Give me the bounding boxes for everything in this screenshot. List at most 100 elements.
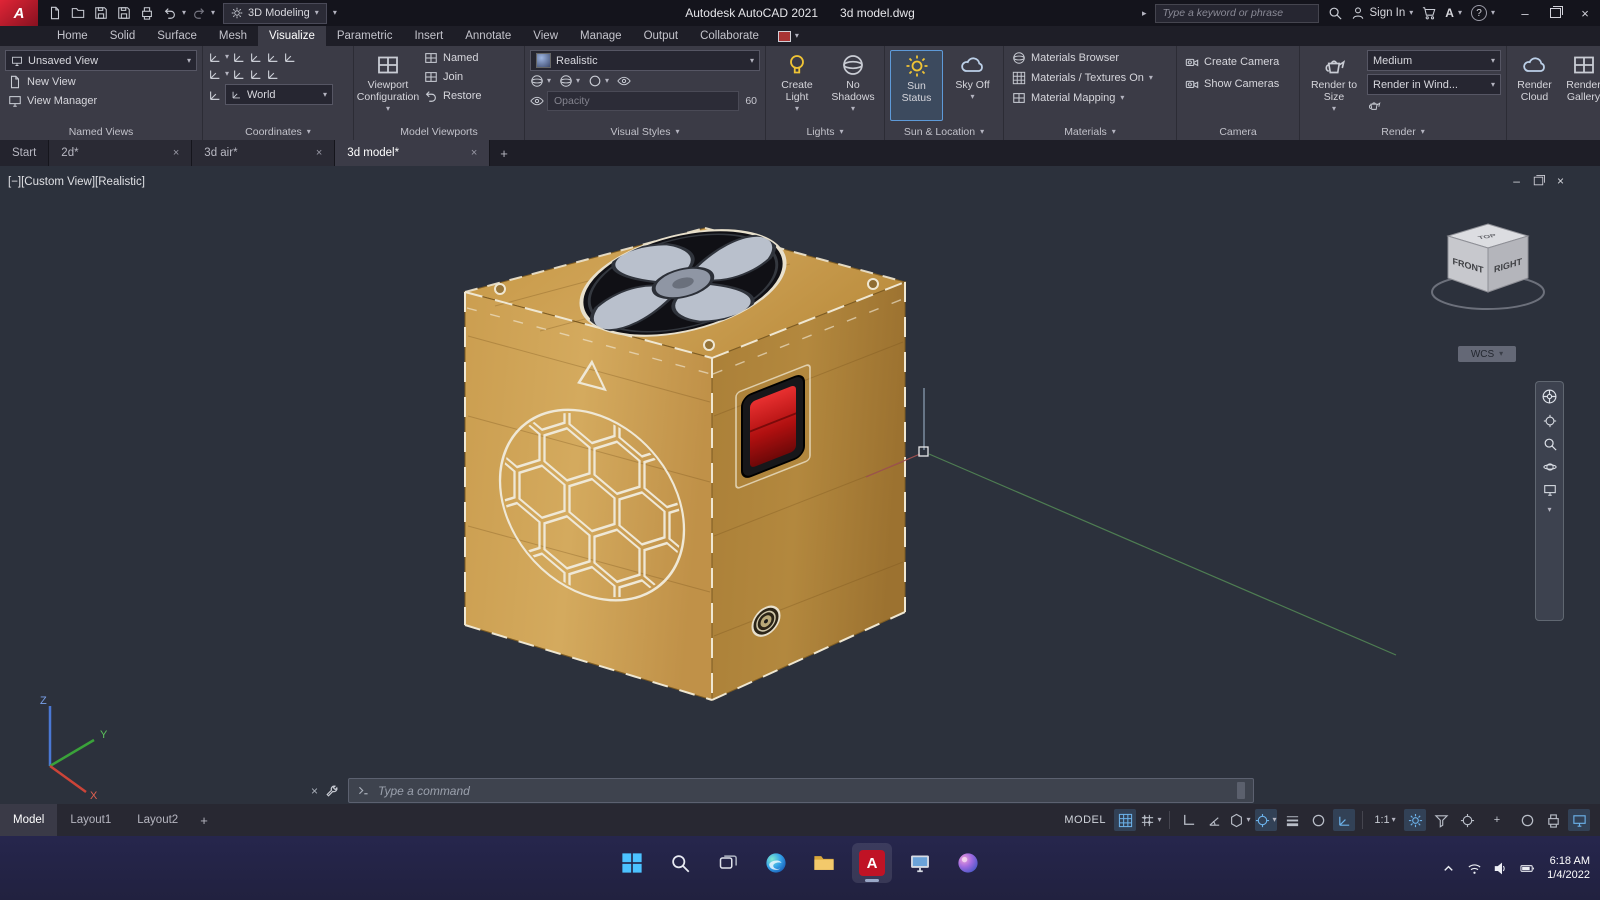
workspace-switcher[interactable]: 3D Modeling ▾ [223, 2, 327, 24]
opacity-icon[interactable] [530, 94, 544, 108]
annotation-monitor-button[interactable] [1430, 809, 1452, 831]
help-search-input[interactable] [1155, 3, 1320, 23]
polar-tracking-toggle[interactable] [1203, 809, 1225, 831]
ucs-icon-7[interactable] [232, 67, 246, 81]
restore-viewports-button[interactable]: Restore [421, 88, 485, 104]
panel-label-render[interactable]: Render ▾ [1300, 123, 1506, 140]
ribbon-tab-home[interactable]: Home [46, 26, 99, 46]
command-dock-grip[interactable]: × [308, 784, 342, 798]
close-button[interactable]: × [1570, 0, 1600, 26]
viewer-app-button[interactable] [948, 843, 988, 883]
viewport-restore-icon[interactable] [1533, 175, 1545, 186]
drawing-viewport[interactable]: [−] [Custom View] [Realistic] – × FRONT … [0, 166, 1600, 804]
panel-label-lights[interactable]: Lights ▾ [766, 123, 884, 140]
render-preset-dropdown[interactable]: Medium ▾ [1367, 50, 1501, 71]
ucs-world-dropdown[interactable]: World ▾ [225, 84, 333, 105]
layout-tab-layout2[interactable]: Layout2 [124, 804, 191, 836]
file-tab-2d[interactable]: 2d* × [49, 140, 193, 166]
xray-toggle-icon[interactable] [617, 74, 631, 88]
panel-label-camera[interactable]: Camera [1177, 123, 1299, 140]
ucs-icon-8[interactable] [249, 67, 263, 81]
save-as-icon[interactable] [113, 3, 134, 23]
navigation-bar[interactable]: ▾ [1535, 381, 1564, 621]
ribbon-tab-surface[interactable]: Surface [146, 26, 208, 46]
ribbon-tab-parametric[interactable]: Parametric [326, 26, 404, 46]
new-file-tab-button[interactable]: + [490, 140, 518, 166]
qat-customize-caret-icon[interactable]: ▾ [333, 9, 337, 17]
face-style-button[interactable]: ▾ [530, 74, 551, 88]
shadows-button[interactable]: No Shadows ▾ [827, 50, 879, 121]
zoom-icon[interactable] [1543, 437, 1557, 451]
create-light-button[interactable]: Create Light ▾ [771, 50, 823, 121]
isolate-objects-button[interactable] [1516, 809, 1538, 831]
command-wrench-icon[interactable] [325, 784, 339, 798]
ucs-icon-9[interactable] [266, 67, 280, 81]
join-viewports-button[interactable]: Join [421, 69, 485, 85]
exchange-apps-button[interactable]: A ▾ [1445, 6, 1462, 20]
new-view-button[interactable]: New View [5, 74, 197, 90]
undo-caret-icon[interactable]: ▾ [182, 9, 186, 17]
isodraft-toggle[interactable]: ▾ [1229, 809, 1251, 831]
ribbon-tab-annotate[interactable]: Annotate [454, 26, 522, 46]
wifi-icon[interactable] [1467, 861, 1482, 876]
pan-icon[interactable] [1543, 414, 1557, 428]
show-cameras-button[interactable]: Show Cameras [1182, 76, 1294, 92]
clean-screen-button[interactable] [1568, 809, 1590, 831]
tray-chevron-up-icon[interactable] [1441, 861, 1456, 876]
start-button[interactable] [612, 843, 652, 883]
ribbon-tab-visualize[interactable]: Visualize [258, 26, 326, 46]
help-button[interactable]: ? ▾ [1470, 5, 1495, 21]
customization-button[interactable] [1456, 809, 1478, 831]
edge-effects-button[interactable]: ▾ [559, 74, 580, 88]
view-manager-button[interactable]: View Manager [5, 93, 197, 109]
object-snap-toggle[interactable]: ▾ [1255, 809, 1277, 831]
showmotion-icon[interactable] [1543, 483, 1557, 497]
ucs-caret-icon[interactable]: ▾ [225, 53, 229, 61]
file-tab-close-icon[interactable]: × [471, 147, 477, 159]
grid-display-toggle[interactable] [1114, 809, 1136, 831]
opacity-slider[interactable]: Opacity [547, 91, 740, 111]
undo-icon[interactable] [159, 3, 180, 23]
viewport-close-icon[interactable]: × [1557, 174, 1564, 188]
render-gallery-button[interactable]: Render Gallery [1561, 50, 1600, 138]
panel-label-model-viewports[interactable]: Model Viewports [354, 123, 524, 140]
ribbon-tab-view[interactable]: View [522, 26, 569, 46]
ucs-icon-5[interactable] [283, 50, 297, 64]
layout-tab-layout1[interactable]: Layout1 [57, 804, 124, 836]
selection-cycling-toggle[interactable] [1307, 809, 1329, 831]
materials-browser-button[interactable]: Materials Browser [1009, 50, 1171, 66]
annotation-scale-button[interactable]: 1:1 ▾ [1370, 809, 1400, 831]
redo-icon[interactable] [188, 3, 209, 23]
wcs-dropdown[interactable]: WCS ▾ [1458, 346, 1516, 362]
lighting-quality-button[interactable]: ▾ [588, 74, 609, 88]
orbit-icon[interactable] [1543, 460, 1557, 474]
taskbar-clock[interactable]: 6:18 AM 1/4/2022 [1547, 854, 1590, 883]
panel-label-visual-styles[interactable]: Visual Styles ▾ [525, 123, 765, 140]
ribbon-tab-collaborate[interactable]: Collaborate [689, 26, 770, 46]
file-tab-close-icon[interactable]: × [173, 147, 179, 159]
visual-style-dropdown[interactable]: Realistic ▾ [530, 50, 760, 71]
layout-tab-model[interactable]: Model [0, 804, 58, 836]
file-tab-close-icon[interactable]: × [316, 147, 322, 159]
edge-button[interactable] [756, 843, 796, 883]
app-store-cart-icon[interactable] [1422, 6, 1436, 20]
taskbar-search-button[interactable] [660, 843, 700, 883]
search-icon[interactable] [1328, 6, 1342, 20]
panel-label-coordinates[interactable]: Coordinates ▾ [203, 123, 353, 140]
save-icon[interactable] [90, 3, 111, 23]
viewport-minimize-icon[interactable]: – [1513, 174, 1520, 188]
viewport-menu-control[interactable]: [−] [8, 176, 21, 188]
navigation-wheel-icon[interactable] [1541, 388, 1558, 405]
redo-caret-icon[interactable]: ▾ [211, 9, 215, 17]
render-in-cloud-button[interactable]: Render Cloud [1512, 50, 1557, 138]
panel-label-materials[interactable]: Materials ▾ [1004, 123, 1176, 140]
new-file-icon[interactable] [44, 3, 65, 23]
viewport-style-control[interactable]: [Realistic] [95, 176, 145, 188]
command-close-icon[interactable]: × [311, 784, 318, 798]
autocad-taskbar-button[interactable]: A [852, 843, 892, 883]
ucs-icon-4[interactable] [266, 50, 280, 64]
ribbon-tab-insert[interactable]: Insert [403, 26, 454, 46]
render-to-size-button[interactable]: Render to Size ▾ [1305, 50, 1363, 121]
ucs-icon-2[interactable] [232, 50, 246, 64]
named-viewports-button[interactable]: Named [421, 50, 485, 66]
